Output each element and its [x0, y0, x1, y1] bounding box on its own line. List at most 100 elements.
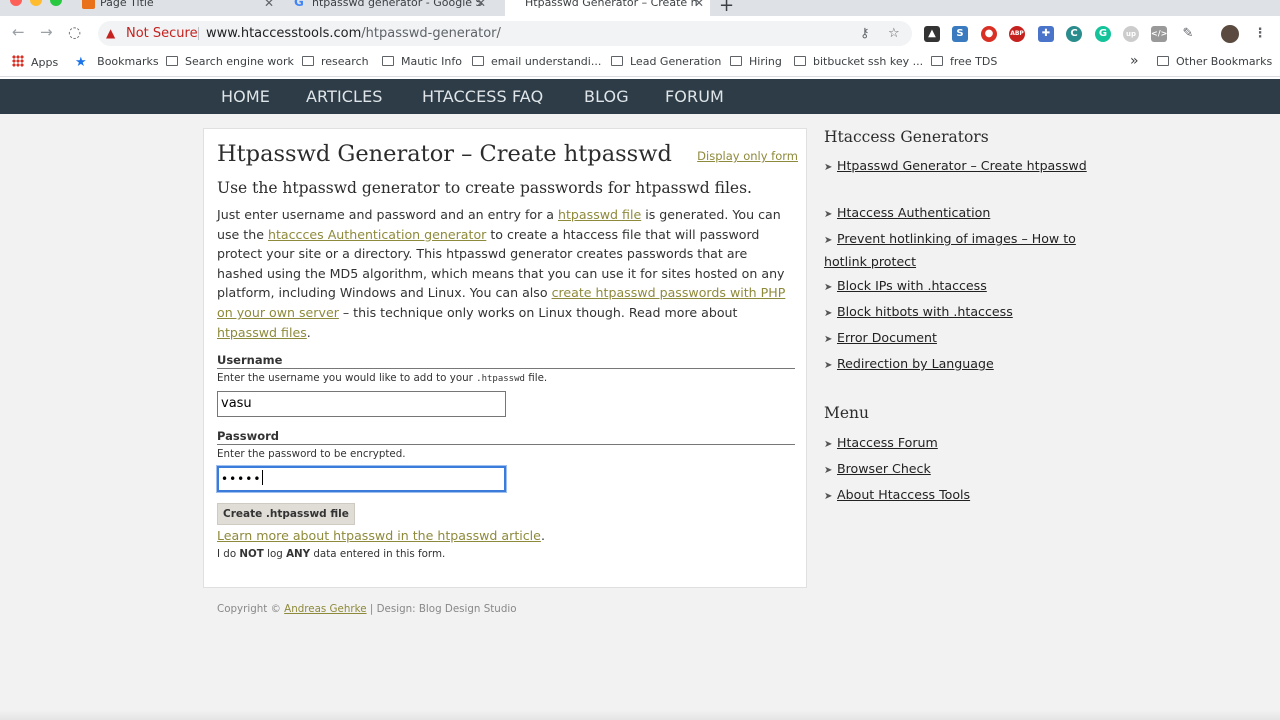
address-bar[interactable]: ▲ Not Secure www.htaccesstools.com/htpas…: [98, 21, 912, 46]
authentication-generator-link[interactable]: htaccces Authentication generator: [268, 227, 486, 242]
key-icon[interactable]: ⚷: [860, 21, 870, 46]
bookmark-folder[interactable]: Hiring: [730, 55, 782, 68]
intro-paragraph: Just enter username and password and an …: [217, 207, 786, 340]
pointer-icon: ➤: [824, 334, 833, 345]
warning-icon: ▲: [106, 26, 116, 40]
other-bookmarks[interactable]: Other Bookmarks: [1157, 55, 1272, 68]
sidebar-item-error-document[interactable]: ➤ Error Document: [824, 327, 1094, 350]
htpasswd-file-link[interactable]: htpasswd file: [558, 207, 641, 222]
bookmark-folder[interactable]: Lead Generation: [611, 55, 721, 68]
extension-icon[interactable]: ●: [981, 26, 997, 42]
extension-icon[interactable]: ✚: [1038, 26, 1054, 42]
extension-icon[interactable]: C: [1066, 26, 1082, 42]
pointer-icon: ➤: [824, 209, 833, 220]
tab-htpasswd-generator[interactable]: Htpasswd Generator – Create h ✕: [505, 0, 710, 16]
author-link[interactable]: Andreas Gehrke: [284, 603, 366, 615]
browser-toolbar: ← → ◌ ▲ Not Secure www.htaccesstools.com…: [0, 16, 1280, 50]
extension-icon[interactable]: S: [952, 26, 968, 42]
nav-home[interactable]: HOME: [221, 87, 270, 106]
username-input[interactable]: vasu: [217, 391, 506, 417]
nav-htaccess-faq[interactable]: HTACCESS FAQ: [422, 87, 543, 106]
close-tab-icon[interactable]: ✕: [476, 0, 486, 12]
htpasswd-files-link[interactable]: htpasswd files: [217, 325, 307, 340]
sidebar-item-htaccess-forum[interactable]: ➤ Htaccess Forum: [824, 432, 1094, 455]
divider: [198, 27, 199, 40]
apps-grid-icon: [12, 55, 24, 67]
bookmark-folder[interactable]: research: [302, 55, 369, 68]
star-icon: ★: [75, 55, 87, 70]
new-tab-button[interactable]: +: [719, 0, 734, 16]
url-text[interactable]: www.htaccesstools.com/htpasswd-generator…: [206, 21, 501, 46]
sidebar-item-browser-check[interactable]: ➤ Browser Check: [824, 458, 1094, 481]
sidebar-item-htpasswd-generator[interactable]: ➤ Htpasswd Generator – Create htpasswd: [824, 155, 1094, 178]
copyright-footer: Copyright © Andreas Gehrke | Design: Blo…: [217, 603, 517, 615]
extension-icon[interactable]: up: [1123, 26, 1139, 42]
username-label: Username: [217, 353, 795, 369]
pointer-icon: ➤: [824, 465, 833, 476]
page-title: Htpasswd Generator – Create htpasswd: [217, 141, 672, 167]
page-subtitle: Use the htpasswd generator to create pas…: [217, 179, 752, 197]
minimize-window-button[interactable]: [30, 0, 42, 6]
sidebar-item-prevent-hotlinking[interactable]: ➤ Prevent hotlinking of images – How to h…: [824, 228, 1094, 272]
learn-more-line: Learn more about htpasswd in the htpassw…: [217, 528, 545, 543]
menu-heading: Menu: [824, 404, 870, 422]
url-host: www.htaccesstools.com: [206, 26, 362, 41]
password-label: Password: [217, 429, 795, 445]
bookmark-folder[interactable]: Mautic Info: [382, 55, 462, 68]
nav-forum[interactable]: FORUM: [665, 87, 724, 106]
loading-spinner-icon[interactable]: ◌: [68, 23, 81, 41]
bookmark-folder[interactable]: email understandi...: [472, 55, 601, 68]
password-help: Enter the password to be encrypted.: [217, 448, 406, 460]
bookmark-apps[interactable]: Apps: [12, 55, 58, 69]
menu-kebab-icon[interactable]: ⋮: [1252, 26, 1268, 42]
folder-icon: [931, 56, 943, 66]
close-tab-icon[interactable]: ✕: [264, 0, 274, 12]
nav-blog[interactable]: BLOG: [584, 87, 629, 106]
privacy-note: I do NOT log ANY data entered in this fo…: [217, 548, 446, 560]
folder-icon: [472, 56, 484, 66]
bookmark-folder[interactable]: free TDS: [931, 55, 997, 68]
page-favicon-icon: [82, 0, 95, 9]
sidebar-item-about[interactable]: ➤ About Htaccess Tools: [824, 484, 1094, 507]
adblock-icon[interactable]: ABP: [1009, 26, 1025, 42]
pointer-icon: ➤: [824, 282, 833, 293]
folder-icon: [302, 56, 314, 66]
tab-google-search[interactable]: G htpasswd generator - Google S ✕: [292, 0, 492, 16]
sidebar-item-block-hitbots[interactable]: ➤ Block hitbots with .htaccess: [824, 301, 1094, 324]
back-arrow-icon[interactable]: ←: [12, 23, 25, 41]
learn-more-link[interactable]: Learn more about htpasswd in the htpassw…: [217, 528, 541, 543]
folder-icon: [166, 56, 178, 66]
close-tab-icon[interactable]: ✕: [694, 0, 704, 12]
bookmarks-bar: Apps ★ Bookmarks Search engine work rese…: [0, 50, 1280, 77]
folder-icon: [730, 56, 742, 66]
folder-icon: [1157, 56, 1169, 66]
pointer-icon: ➤: [824, 162, 833, 173]
close-window-button[interactable]: [10, 0, 22, 6]
pointer-icon: ➤: [824, 360, 833, 371]
grammarly-icon[interactable]: G: [1095, 26, 1111, 42]
forward-arrow-icon[interactable]: →: [40, 23, 53, 41]
code-extension-icon[interactable]: </>: [1151, 26, 1167, 42]
bookmark-folder[interactable]: bitbucket ssh key ...: [794, 55, 923, 68]
url-path: /htpasswd-generator/: [361, 26, 501, 41]
password-input[interactable]: •••••: [217, 466, 506, 492]
display-only-form-link[interactable]: Display only form: [697, 149, 798, 163]
eyedropper-icon[interactable]: ✎: [1180, 26, 1196, 42]
maximize-window-button[interactable]: [50, 0, 62, 6]
bookmark-folder[interactable]: Search engine work: [166, 55, 294, 68]
profile-avatar[interactable]: [1221, 25, 1239, 43]
security-status[interactable]: Not Secure: [126, 21, 198, 46]
bookmarks-overflow-button[interactable]: »: [1130, 53, 1139, 69]
sidebar-item-block-ips[interactable]: ➤ Block IPs with .htaccess: [824, 275, 1094, 298]
sidebar-item-redirection-by-language[interactable]: ➤ Redirection by Language: [824, 353, 1094, 376]
tab-page-title[interactable]: Page Title ✕: [80, 0, 280, 16]
bookmark-bookmarks[interactable]: ★ Bookmarks: [75, 55, 159, 70]
tab-strip: Page Title ✕ G htpasswd generator - Goog…: [0, 0, 1280, 16]
page-content: Htpasswd Generator – Create htpasswd Dis…: [0, 114, 1280, 720]
bookmark-star-icon[interactable]: ☆: [888, 21, 900, 46]
pointer-icon: ➤: [824, 439, 833, 450]
nav-articles[interactable]: ARTICLES: [306, 87, 383, 106]
create-htpasswd-button[interactable]: Create .htpasswd file: [217, 503, 355, 525]
sidebar-item-htaccess-authentication[interactable]: ➤ Htaccess Authentication: [824, 202, 1094, 225]
extension-icon[interactable]: ▲: [924, 26, 940, 42]
